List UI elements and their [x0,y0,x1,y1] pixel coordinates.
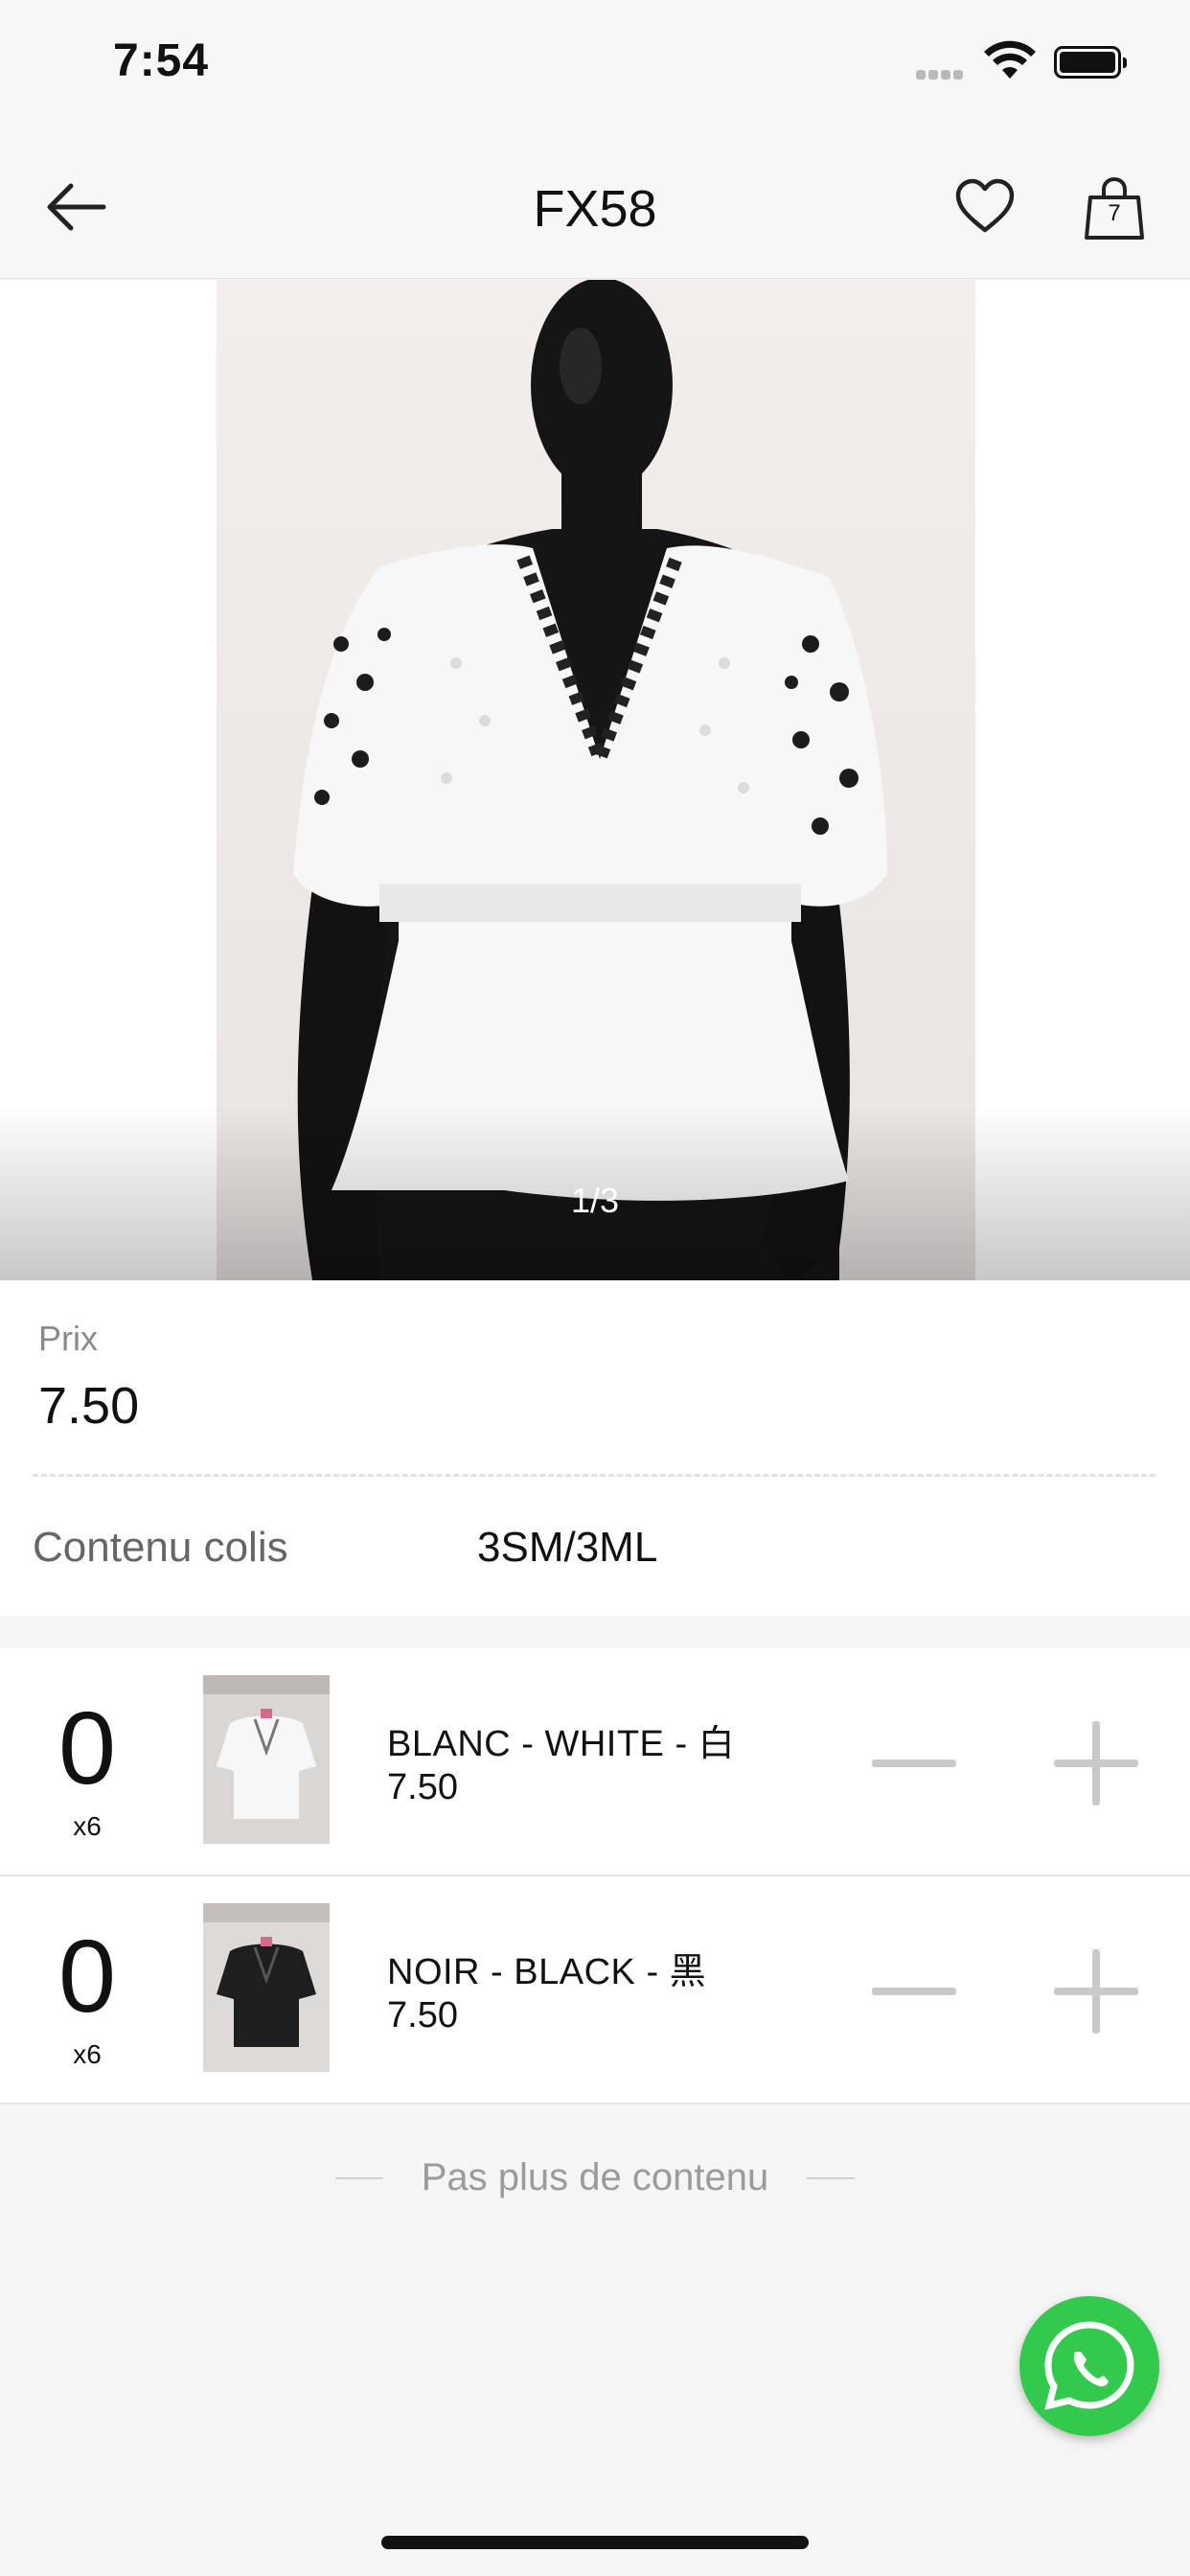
cellular-signal-icon [916,67,966,84]
price-value: 7.50 [38,1377,140,1435]
battery-icon [1054,46,1127,79]
variant-price: 7.50 [387,1767,458,1807]
end-of-content-text: Pas plus de contenu [421,2156,769,2198]
package-content-value: 3SM/3ML [477,1524,658,1571]
variant-multiplier: x6 [73,2039,102,2069]
end-line-right [807,2177,855,2179]
decrease-quantity-button[interactable] [872,1760,956,1767]
whatsapp-icon [1044,2321,1134,2410]
image-counter: 1/3 [570,1181,620,1220]
variant-thumbnail[interactable] [203,1903,330,2072]
whatsapp-button[interactable] [1019,2296,1159,2436]
decrease-quantity-button[interactable] [872,1988,956,1995]
dashed-divider [33,1474,1156,1477]
variant-quantity: 0 [57,1690,117,1806]
home-indicator [381,2536,809,2549]
favorite-heart-icon[interactable] [954,178,1016,236]
row-divider [0,2103,1190,2104]
increase-quantity-button[interactable] [1054,1949,1138,2034]
variant-thumbnail[interactable] [203,1675,330,1844]
package-content-label: Contenu colis [33,1524,288,1571]
variant-price: 7.50 [387,1995,458,2036]
price-label: Prix [38,1319,98,1358]
wifi-icon [984,40,1036,79]
variant-multiplier: x6 [73,1811,102,1841]
cart-count-badge: 7 [1108,200,1121,226]
status-time: 7:54 [113,35,210,86]
variant-name: NOIR - BLACK - 黑 [387,1952,707,1992]
variant-quantity: 0 [57,1918,117,2034]
increase-quantity-button[interactable] [1054,1721,1138,1806]
variant-name: BLANC - WHITE - 白 [387,1724,736,1764]
product-image-carousel[interactable] [0,280,1190,1280]
